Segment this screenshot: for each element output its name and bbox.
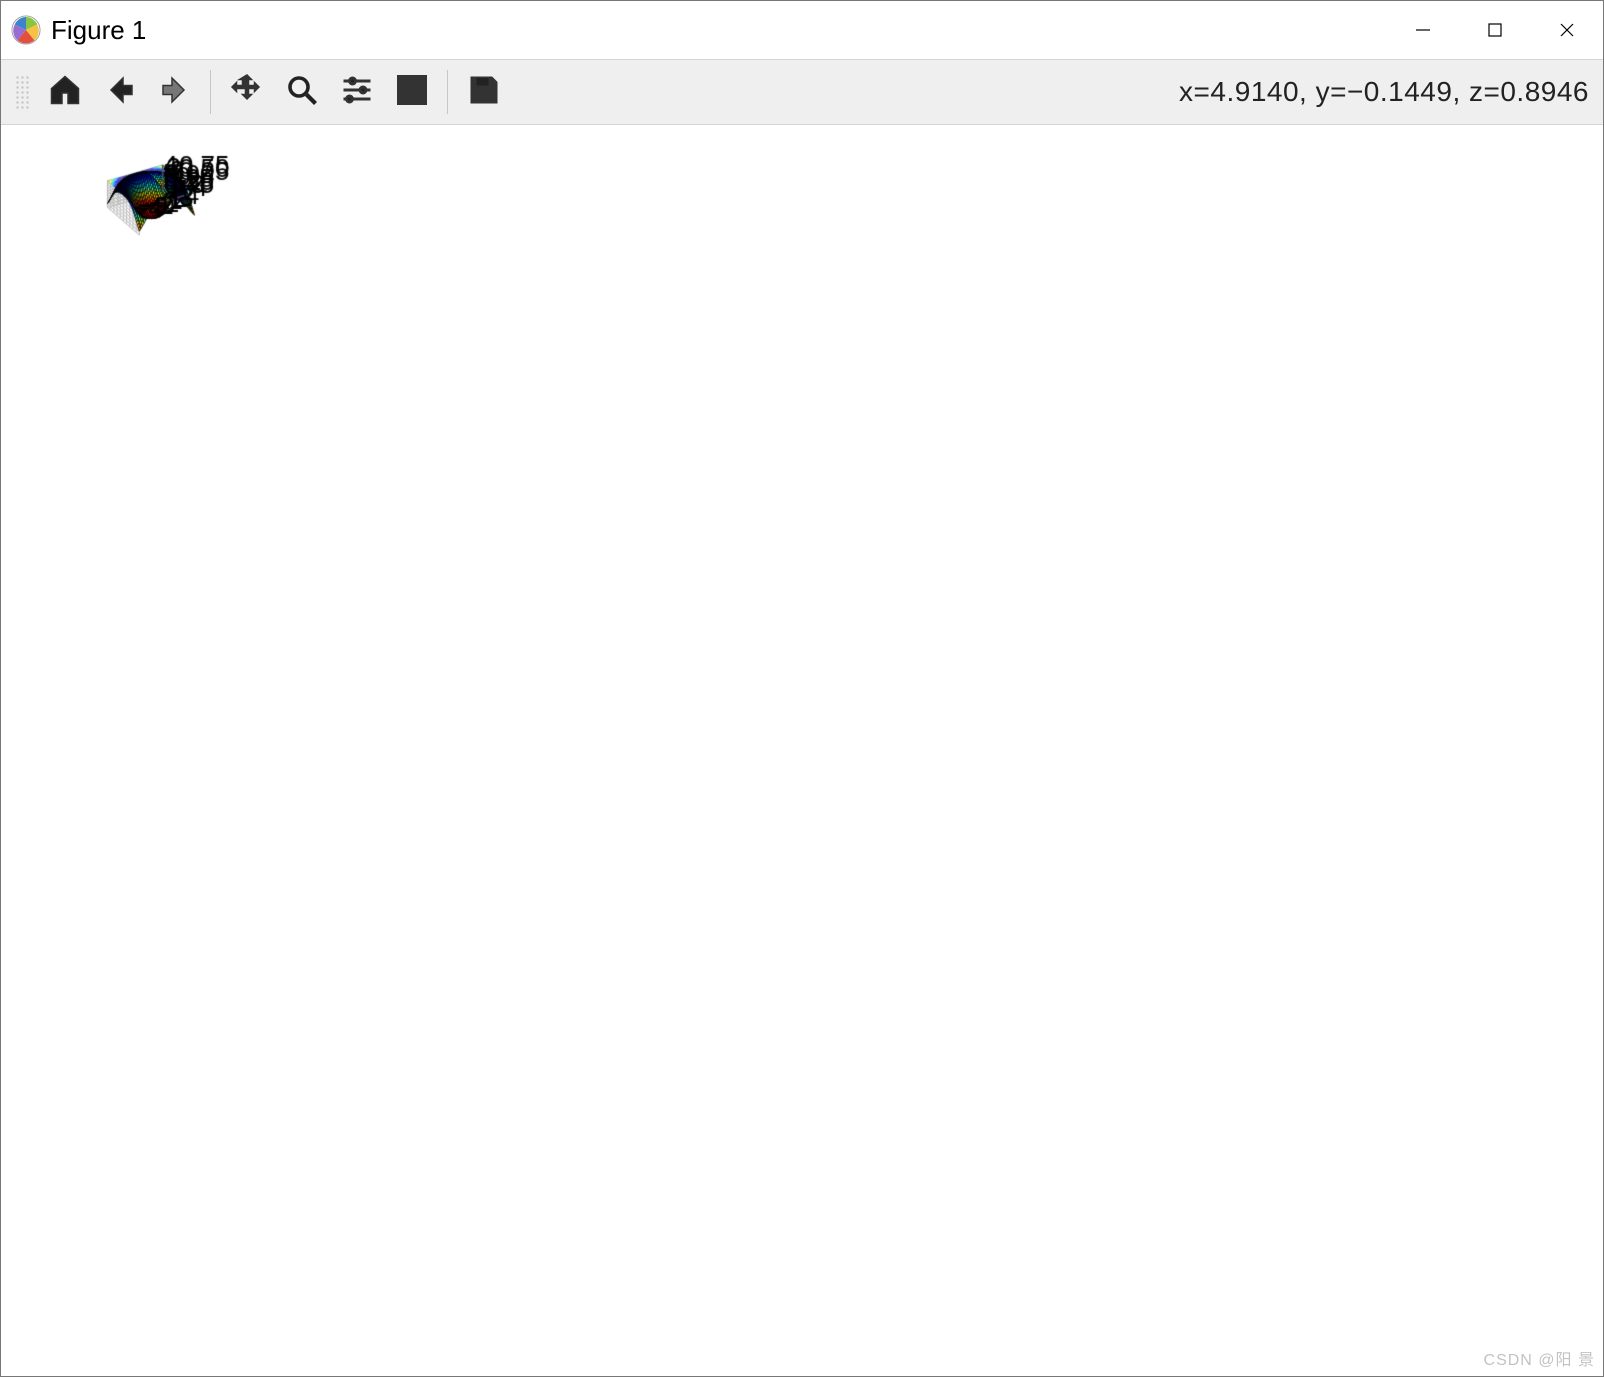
window-title: Figure 1 <box>51 15 146 46</box>
toolbar-grip <box>15 75 29 109</box>
figure-window: Figure 1 <box>0 0 1604 1377</box>
save-icon <box>466 72 502 113</box>
pan-button[interactable] <box>219 65 274 120</box>
close-button[interactable] <box>1531 1 1603 59</box>
toolbar-separator <box>210 70 211 114</box>
titlebar: Figure 1 <box>1 1 1603 59</box>
sliders-icon <box>339 72 375 113</box>
home-button[interactable] <box>37 65 92 120</box>
arrow-left-icon <box>102 72 138 113</box>
edit-axes-button[interactable] <box>384 65 439 120</box>
move-icon <box>229 72 265 113</box>
zoom-button[interactable] <box>274 65 329 120</box>
window-controls <box>1387 1 1603 59</box>
toolbar: x=4.9140, y=−0.1449, z=0.8946 <box>1 59 1603 125</box>
back-button[interactable] <box>92 65 147 120</box>
home-icon <box>47 72 83 113</box>
toolbar-separator <box>447 70 448 114</box>
save-button[interactable] <box>456 65 511 120</box>
arrow-right-icon <box>157 72 193 113</box>
forward-button[interactable] <box>147 65 202 120</box>
surface-plot[interactable] <box>1 125 301 275</box>
plot-canvas-area[interactable]: CSDN @阳 景 <box>1 125 1603 1376</box>
chart-line-icon <box>394 72 430 113</box>
configure-button[interactable] <box>329 65 384 120</box>
watermark: CSDN @阳 景 <box>1484 1346 1595 1370</box>
zoom-icon <box>284 72 320 113</box>
maximize-button[interactable] <box>1459 1 1531 59</box>
app-icon <box>11 15 41 45</box>
minimize-button[interactable] <box>1387 1 1459 59</box>
cursor-coordinates: x=4.9140, y=−0.1449, z=0.8946 <box>1179 76 1589 108</box>
